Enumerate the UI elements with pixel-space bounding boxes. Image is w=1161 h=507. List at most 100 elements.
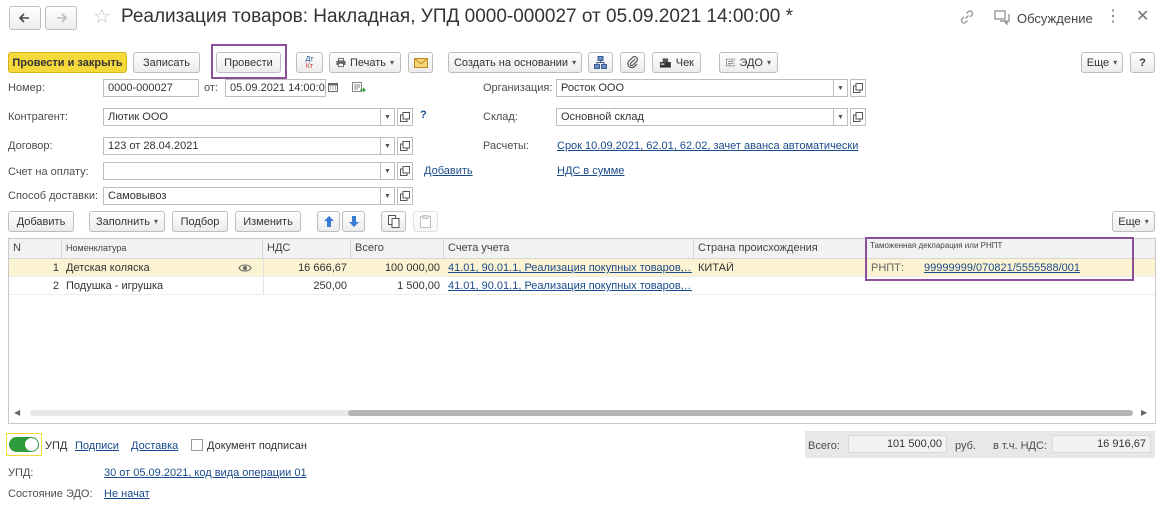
signed-checkbox[interactable] [191,439,203,451]
organization-dropdown[interactable]: ▼ [833,79,848,97]
counterparty-field[interactable]: Лютик ООО [103,108,381,126]
row-item[interactable]: Детская коляска [66,262,231,274]
edo-state-link[interactable]: Не начат [104,488,150,500]
warehouse-open-button[interactable] [850,108,866,126]
calendar-icon[interactable] [328,82,338,95]
more-vertical-icon[interactable]: ⋮ [1105,6,1121,28]
warehouse-dropdown[interactable]: ▼ [833,108,848,126]
forward-button[interactable] [45,6,77,30]
discussion-label[interactable]: Обсуждение [1017,11,1093,26]
customs-column-highlight [865,237,1134,281]
counterparty-open-button[interactable] [397,108,413,126]
delivery-field[interactable]: Самовывоз [103,187,381,205]
upd-toggle[interactable] [9,437,39,452]
print-button[interactable]: Печать ▾ [329,52,401,73]
move-down-button[interactable] [342,211,365,232]
table-more-button[interactable]: Еще ▾ [1112,211,1155,232]
add-row-button[interactable]: Добавить [8,211,74,232]
col-header-vat[interactable]: НДС [263,239,351,259]
open-form-icon [400,166,410,176]
contract-field[interactable]: 123 от 28.04.2021 [103,137,381,155]
vat-in-amount-link[interactable]: НДС в сумме [557,165,624,177]
arrow-down-icon [348,216,359,227]
dt-kt-button[interactable]: Дт Кт [296,52,323,73]
contract-dropdown[interactable]: ▼ [380,137,395,155]
attach-button[interactable] [620,52,645,73]
delivery-dropdown[interactable]: ▼ [380,187,395,205]
change-button[interactable]: Изменить [235,211,301,232]
contract-open-button[interactable] [397,137,413,155]
row-account[interactable]: 41.01, 90.01.1, Реализация покупных това… [448,280,692,292]
organization-label: Организация: [483,82,553,94]
discussion-icon[interactable] [994,10,1012,29]
signers-link[interactable]: Подписи [75,440,119,452]
help-question-icon[interactable]: ? [420,109,427,121]
structure-button[interactable] [588,52,613,73]
row-item[interactable]: Подушка - игрушка [66,280,256,292]
save-button[interactable]: Записать [133,52,200,73]
open-form-icon [400,112,410,122]
row-number: 2 [52,280,59,292]
number-field[interactable]: 0000-000027 [103,79,199,97]
invoice-field[interactable] [103,162,381,180]
help-button[interactable]: ? [1130,52,1155,73]
edo-button[interactable]: ЭДО ▾ [719,52,778,73]
receipt-button[interactable]: Чек [652,52,701,73]
column-divider [263,259,264,295]
more-actions-button[interactable]: Еще ▾ [1081,52,1123,73]
edo-exchange-icon [726,58,736,67]
edo-state-label: Состояние ЭДО: [8,488,93,500]
signed-checkbox-label: Документ подписан [207,440,307,452]
back-button[interactable] [9,6,41,30]
add-invoice-link[interactable]: Добавить [424,165,473,177]
col-header-n[interactable]: N [9,239,62,259]
col-header-account[interactable]: Счета учета [444,239,694,259]
paste-button[interactable] [413,211,438,232]
traceability-eye-icon[interactable] [238,263,252,276]
invoice-dropdown[interactable]: ▼ [380,162,395,180]
settlements-link[interactable]: Срок 10.09.2021, 62.01, 62.02, зачет ава… [557,140,858,152]
invoice-label: Счет на оплату: [8,166,89,178]
row-number: 1 [52,262,59,274]
move-up-button[interactable] [317,211,340,232]
paperclip-icon [626,56,638,69]
horizontal-scrollbar-thumb[interactable] [348,410,1133,416]
organization-field[interactable]: Росток ООО [556,79,834,97]
open-form-icon [400,141,410,151]
structure-icon [594,56,607,69]
date-from-label: от: [204,82,218,94]
toggle-knob [25,438,38,451]
favorite-star-icon[interactable]: ☆ [93,6,111,28]
counterparty-dropdown[interactable]: ▼ [380,108,395,126]
post-and-close-button[interactable]: Провести и закрыть [8,52,127,73]
create-based-on-button[interactable]: Создать на основании ▾ [448,52,582,73]
warehouse-field[interactable]: Основной склад [556,108,834,126]
arrow-up-icon [323,216,334,227]
upd-link[interactable]: 30 от 05.09.2021, код вида операции 01 [104,467,307,479]
link-icon[interactable] [958,8,976,29]
arrow-left-icon [19,13,29,23]
pick-button[interactable]: Подбор [172,211,228,232]
number-history-icon[interactable] [352,82,366,97]
delivery-open-button[interactable] [397,187,413,205]
email-button[interactable] [408,52,433,73]
invoice-open-button[interactable] [397,162,413,180]
col-header-total[interactable]: Всего [351,239,444,259]
date-field[interactable]: 05.09.2021 14:00:0 [225,79,326,97]
printer-icon [336,57,346,68]
close-icon[interactable]: ✕ [1136,6,1149,28]
total-value: 101 500,00 [848,435,947,453]
scroll-right-arrow[interactable]: ▶ [1141,408,1147,417]
counterparty-label: Контрагент: [8,111,68,123]
row-account[interactable]: 41.01, 90.01.1, Реализация покупных това… [448,262,692,274]
delivery-link[interactable]: Доставка [131,440,178,452]
col-header-item[interactable]: Номенклатура [62,239,263,259]
organization-open-button[interactable] [850,79,866,97]
fill-button[interactable]: Заполнить ▾ [89,211,165,232]
dt-kt-icon: Дт Кт [305,55,314,70]
copy-row-button[interactable] [381,211,406,232]
scroll-left-arrow[interactable]: ◀ [14,408,20,417]
row-total: 1 500,00 [397,280,440,292]
col-header-country[interactable]: Страна происхождения [694,239,866,259]
row-country: КИТАЙ [698,262,734,274]
